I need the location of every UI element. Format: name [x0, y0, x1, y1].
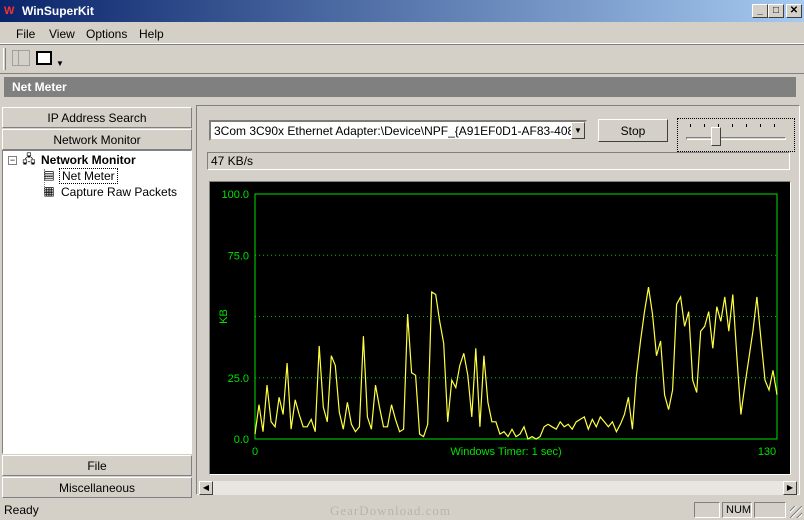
menu-bar: File View Options Help [0, 22, 804, 44]
chevron-down-icon[interactable]: ▼ [571, 122, 585, 139]
window-view-icon[interactable] [36, 51, 52, 65]
tree-item-capture-raw-packets[interactable]: Capture Raw Packets [61, 185, 177, 199]
minimize-button[interactable]: _ [752, 4, 768, 18]
app-logo-icon[interactable]: W [4, 4, 18, 18]
net-meter-icon: ▤ [43, 168, 55, 182]
collapse-icon[interactable]: − [8, 156, 17, 165]
slider-tick [704, 124, 705, 127]
stop-button[interactable]: Stop [598, 119, 668, 142]
sidebar-button-network-monitor[interactable]: Network Monitor [2, 129, 192, 150]
status-text: Ready [4, 503, 39, 517]
menu-file[interactable]: File [16, 27, 35, 41]
status-pane-empty [754, 502, 786, 518]
slider-thumb[interactable] [711, 127, 721, 146]
window-title: WinSuperKit [22, 4, 94, 18]
slider-tick [690, 124, 691, 127]
y-tick-label: 25.0 [228, 373, 249, 385]
y-tick-label: 100.0 [221, 189, 249, 201]
sidebar-button-file[interactable]: File [2, 455, 192, 476]
menu-help[interactable]: Help [139, 27, 164, 41]
title-bar: W WinSuperKit _ □ ✕ [0, 0, 804, 22]
adapter-select[interactable]: 3Com 3C90x Ethernet Adapter:\Device\NPF_… [209, 120, 587, 141]
sidebar-button-miscellaneous[interactable]: Miscellaneous [2, 477, 192, 498]
traffic-chart-svg: 100.0 75.0 25.0 0.0 KB 0 130 Windows Timer: 1 s… [218, 189, 778, 458]
adapter-select-value: 3Com 3C90x Ethernet Adapter:\Device\NPF_… [214, 124, 587, 138]
network-monitor-icon: 🖧 [22, 152, 36, 166]
x-axis-label: Windows Timer: 1 sec) [450, 446, 561, 458]
tree-item-net-meter[interactable]: Net Meter [59, 168, 118, 184]
y-tick-label: 0.0 [234, 434, 249, 446]
net-meter-panel: 3Com 3C90x Ethernet Adapter:\Device\NPF_… [196, 105, 800, 495]
status-num: NUM [722, 502, 752, 518]
slider-tick [746, 124, 747, 127]
close-button[interactable]: ✕ [786, 4, 802, 18]
traffic-series-line [254, 287, 778, 440]
y-axis-label: KB [218, 309, 230, 324]
rate-readout: 47 KB/s [207, 152, 790, 170]
scroll-left-icon[interactable]: ◀ [199, 481, 213, 495]
x-tick-label: 0 [252, 446, 258, 458]
slider-track [686, 137, 786, 140]
x-tick-label: 130 [758, 446, 776, 458]
section-title: Net Meter [4, 77, 796, 97]
y-tick-label: 75.0 [228, 250, 249, 262]
maximize-button[interactable]: □ [768, 4, 784, 18]
toolbar: ▼ [0, 44, 804, 74]
tree-view: − 🖧 Network Monitor ▤ Net Meter ▦ Captur… [2, 150, 192, 454]
slider-tick [760, 124, 761, 127]
resize-grip[interactable] [790, 506, 802, 518]
menu-options[interactable]: Options [86, 27, 127, 41]
slider-tick [774, 124, 775, 127]
capture-packets-icon: ▦ [43, 184, 55, 198]
tree-item-network-monitor[interactable]: Network Monitor [41, 153, 136, 167]
watermark: GearDownload.com [330, 503, 452, 518]
status-bar: Ready GearDownload.com NUM [0, 500, 804, 520]
chevron-down-icon[interactable]: ▼ [56, 59, 64, 68]
slider-tick [732, 124, 733, 127]
sample-rate-slider[interactable] [677, 118, 795, 152]
status-pane-empty [694, 502, 720, 518]
toolbar-grip[interactable] [3, 48, 6, 70]
scroll-right-icon[interactable]: ▶ [783, 481, 797, 495]
split-view-icon[interactable] [12, 50, 30, 66]
horizontal-scrollbar[interactable]: ◀ ▶ [199, 481, 797, 495]
sidebar-button-ip-address-search[interactable]: IP Address Search [2, 107, 192, 128]
traffic-chart: 100.0 75.0 25.0 0.0 KB 0 130 Windows Timer: 1 s… [209, 181, 791, 475]
menu-view[interactable]: View [49, 27, 75, 41]
